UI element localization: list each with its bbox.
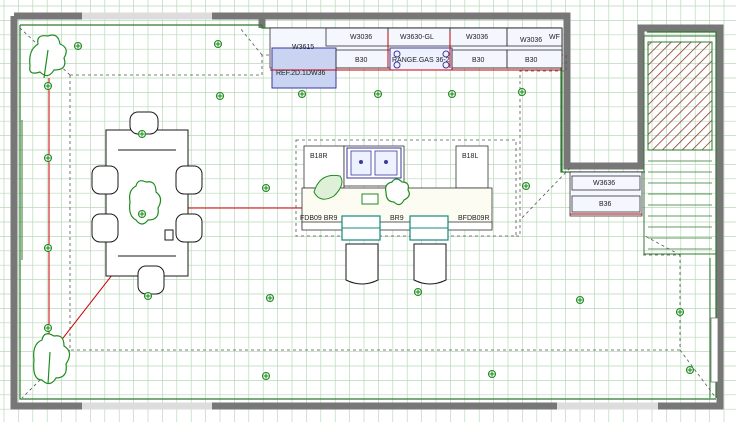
potted-plant-icon (129, 180, 162, 225)
bar-stool-icon (341, 215, 381, 285)
light-fixture-icon (675, 307, 685, 317)
cabinet-label-w3615: W3615 (292, 44, 314, 51)
chair-icon (175, 213, 203, 243)
cabinet-label-b30-a: B30 (355, 57, 368, 64)
light-fixture-icon (213, 39, 223, 49)
island-label-fdb09: FDB09 BR9 (300, 215, 337, 222)
island-label-b18r: B18R (310, 153, 328, 160)
light-fixture-icon (43, 81, 53, 91)
sink-icon (346, 147, 402, 179)
chair-icon (91, 165, 119, 195)
light-fixture-icon (73, 41, 83, 51)
chair-icon (91, 213, 119, 243)
light-fixture-icon (261, 183, 271, 193)
potted-plant-icon (33, 333, 71, 385)
light-fixture-icon (143, 291, 153, 301)
light-fixture-icon (265, 293, 275, 303)
bar-stool-icon (409, 215, 449, 285)
island-label-b18l: B18L (462, 153, 478, 160)
light-fixture-icon (517, 87, 527, 97)
cabinet-label-b30-c: B30 (525, 57, 538, 64)
light-fixture-icon (137, 209, 147, 219)
light-fixture-icon (43, 323, 53, 333)
floor-plan[interactable]: W3615 W3036 W3630-GL W3036 W3036 WF B30 … (0, 0, 736, 422)
right-cabinets: W3636 B36 (569, 171, 643, 217)
cabinet-label-b30-b: B30 (472, 57, 485, 64)
cabinet-label-w3636: W3636 (593, 180, 615, 187)
light-fixture-icon (215, 91, 225, 101)
light-fixture-icon (43, 153, 53, 163)
cabinet-label-b36: B36 (599, 201, 612, 208)
island-label-bfdb09r: BFDB09R (458, 215, 490, 222)
window-right (710, 317, 719, 383)
chair-icon (175, 165, 203, 195)
light-fixture-icon (373, 89, 383, 99)
potted-plant-icon (29, 34, 67, 79)
staircase (643, 35, 717, 255)
cabinet-label-w3036-c: W3036 (520, 37, 542, 44)
range-label: RANGE.GAS 36-2 (392, 57, 450, 64)
light-fixture-icon (575, 295, 585, 305)
light-fixture-icon (261, 371, 271, 381)
cabinet-label-w3036-b: W3036 (466, 34, 488, 41)
cabinet-label-wf: WF (549, 34, 560, 41)
refrigerator-label: REF.2D.1DW36 (276, 70, 326, 77)
light-fixture-icon (137, 129, 147, 139)
cabinet-label-w3630-gl: W3630-GL (400, 34, 434, 41)
chair-icon (137, 265, 165, 295)
light-fixture-icon (521, 181, 531, 191)
island-label-br9: BR9 (390, 215, 404, 222)
light-fixture-icon (487, 369, 497, 379)
light-fixture-icon (447, 89, 457, 99)
floor-plan-canvas[interactable]: W3615 W3036 W3630-GL W3036 W3036 WF B30 … (0, 0, 736, 422)
cabinet-label-w3036-a: W3036 (350, 34, 372, 41)
light-fixture-icon (413, 287, 423, 297)
light-fixture-icon (297, 89, 307, 99)
light-fixture-icon (43, 243, 53, 253)
light-fixture-icon (685, 365, 695, 375)
